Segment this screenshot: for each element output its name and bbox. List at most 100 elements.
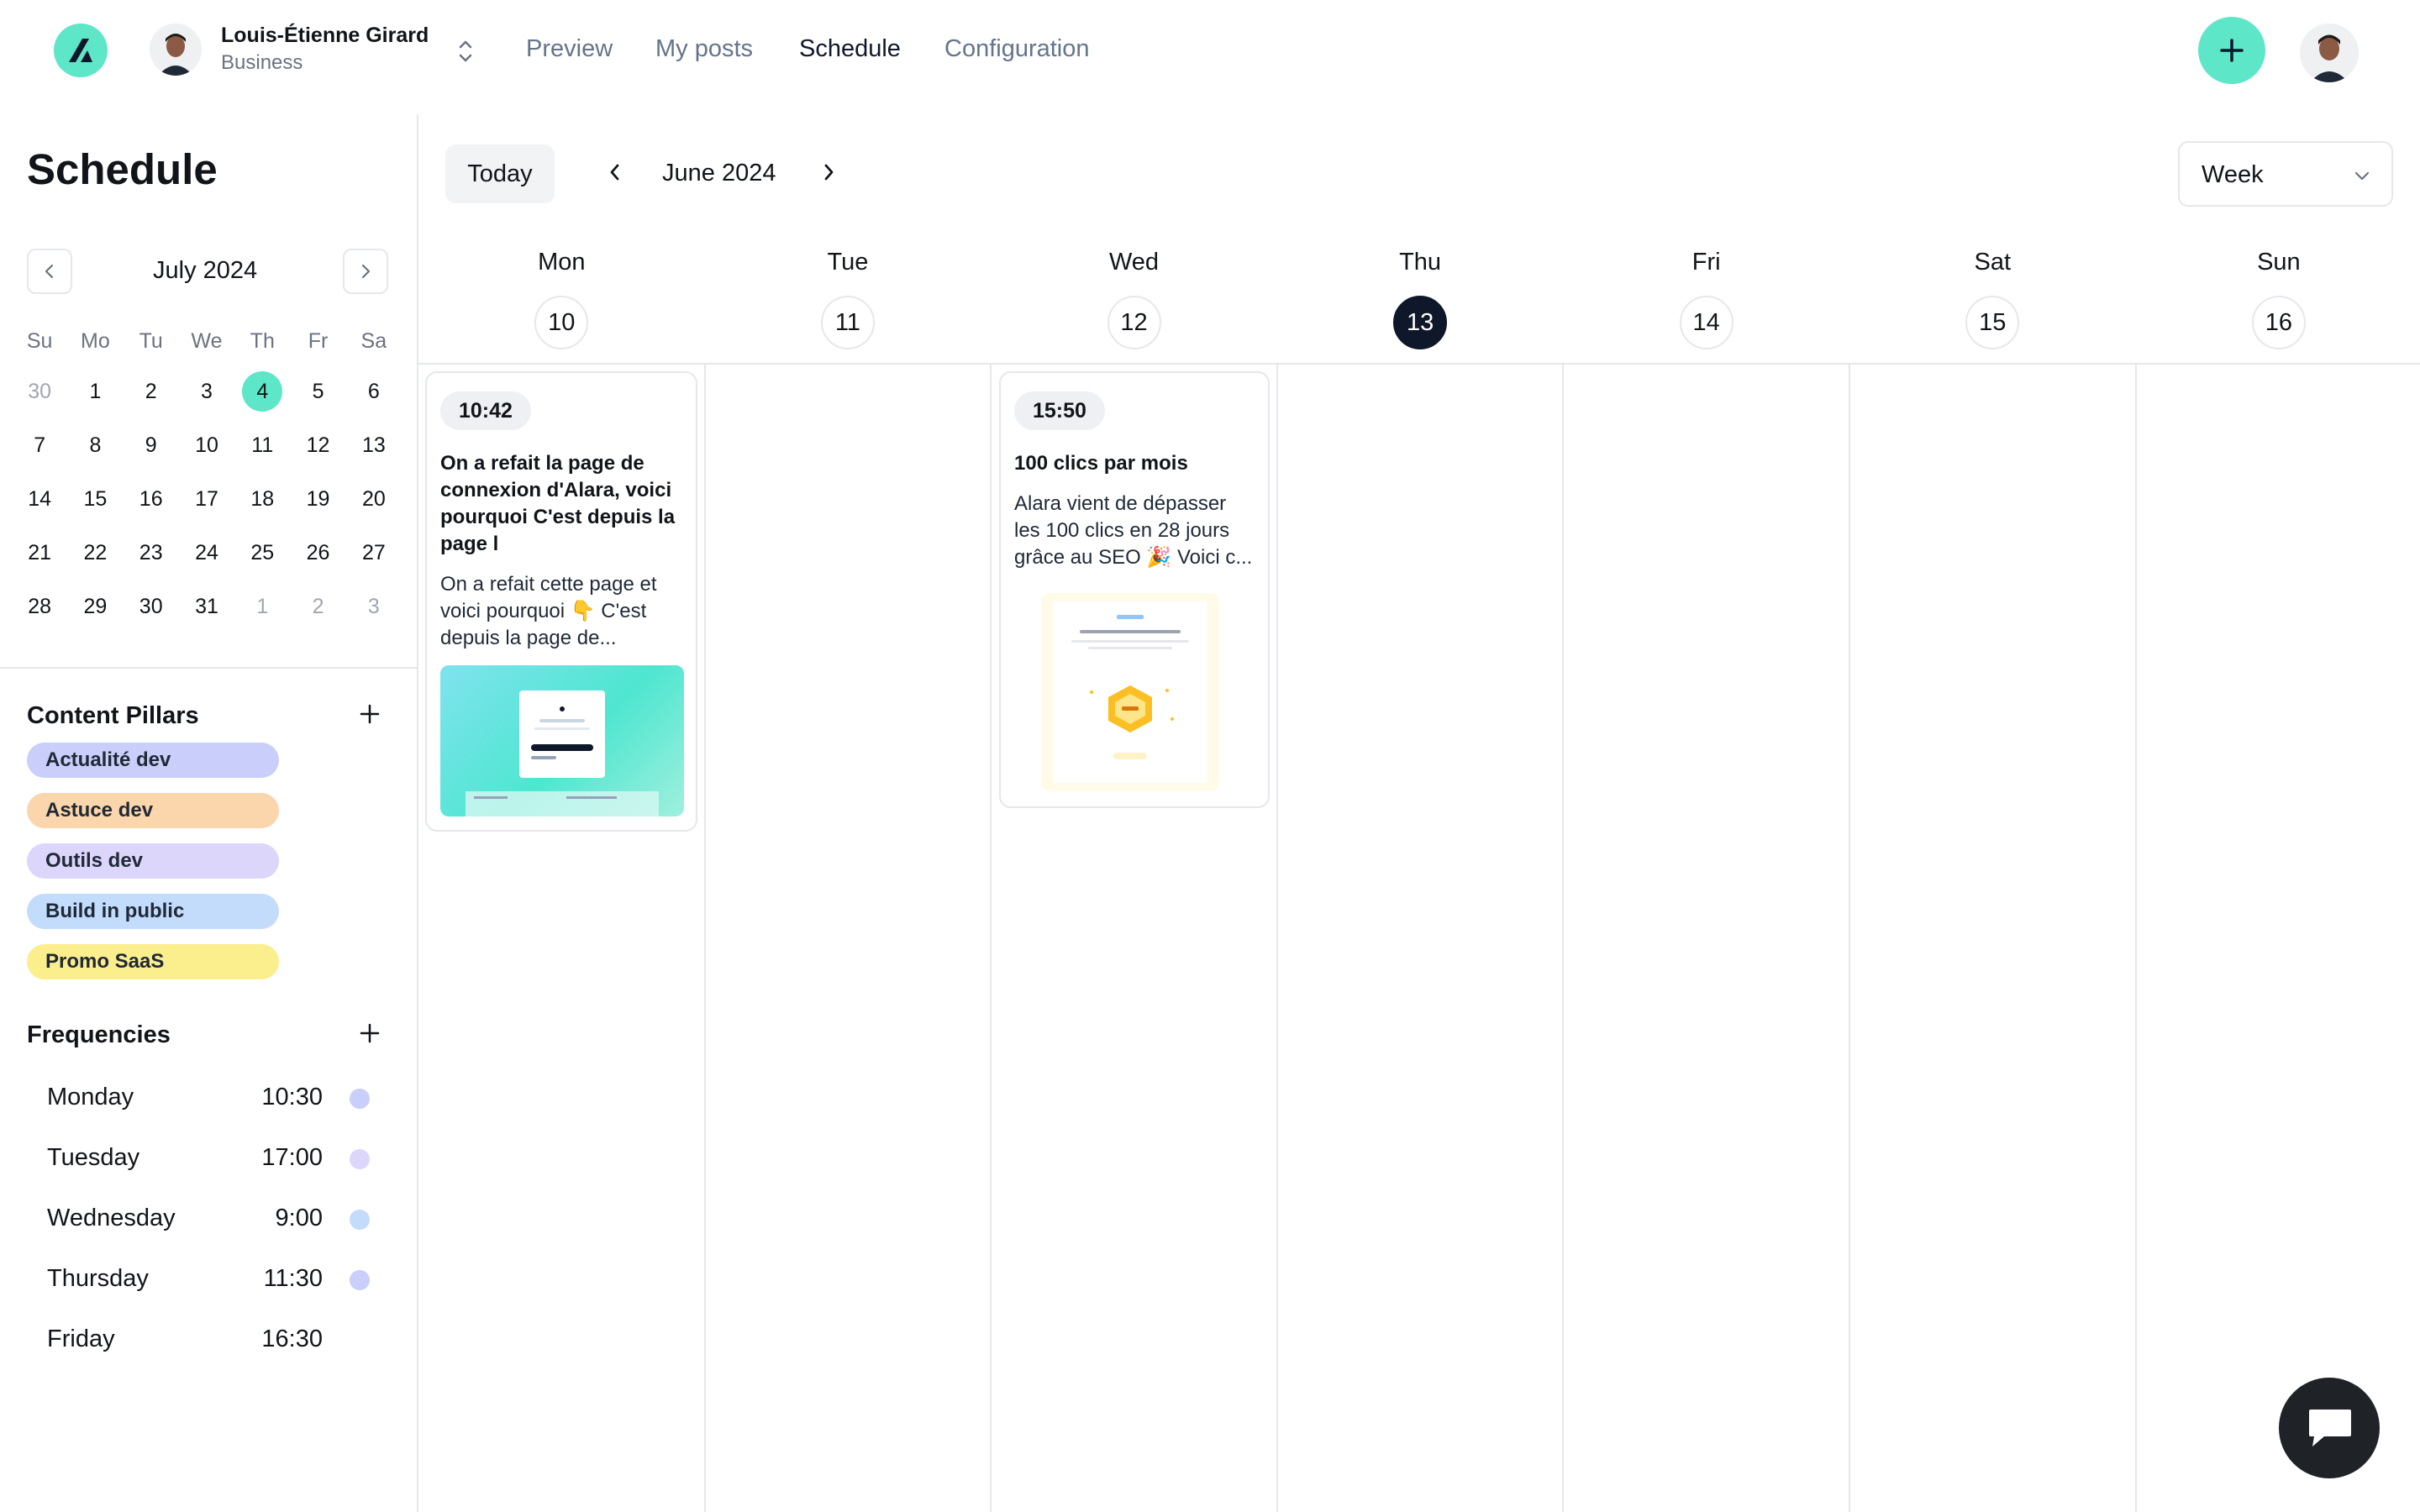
date-badge[interactable]: 10 bbox=[534, 296, 589, 349]
mini-calendar-month: July 2024 bbox=[153, 257, 258, 284]
support-chat-button[interactable] bbox=[2279, 1378, 2380, 1478]
account-avatar[interactable] bbox=[150, 24, 202, 76]
mini-calendar-day[interactable]: 3 bbox=[346, 580, 402, 633]
mini-calendar-day[interactable]: 7 bbox=[12, 418, 67, 472]
frequency-day: Tuesday bbox=[47, 1144, 140, 1171]
weekday-header: Sun bbox=[2257, 249, 2301, 276]
chevron-down-icon bbox=[2354, 171, 2370, 181]
app-logo[interactable] bbox=[54, 24, 108, 77]
mini-calendar-day[interactable]: 24 bbox=[179, 526, 234, 580]
account-plan: Business bbox=[221, 51, 303, 74]
create-post-button[interactable] bbox=[2198, 17, 2265, 84]
mini-calendar-day[interactable]: 5 bbox=[290, 365, 345, 418]
weekday-label: Th bbox=[250, 328, 275, 353]
weekday-header: Tue bbox=[827, 249, 869, 276]
mini-calendar-day[interactable]: 22 bbox=[67, 526, 123, 580]
logo-icon bbox=[69, 39, 92, 62]
mini-calendar-day[interactable]: 12 bbox=[290, 418, 345, 472]
mini-calendar-day[interactable]: 30 bbox=[12, 365, 67, 418]
mini-calendar-day[interactable]: 26 bbox=[290, 526, 345, 580]
mini-calendar-day[interactable]: 18 bbox=[234, 472, 290, 526]
content-pillar-tag[interactable]: Actualité dev bbox=[27, 743, 279, 778]
day-column-divider bbox=[1562, 365, 1564, 1512]
weekday-header: Sat bbox=[1974, 249, 2012, 276]
mini-calendar-day[interactable]: 29 bbox=[67, 580, 123, 633]
date-badge[interactable]: 16 bbox=[2251, 296, 2306, 349]
day-column-divider bbox=[1849, 365, 1850, 1512]
mini-calendar-prev-button[interactable] bbox=[27, 249, 72, 294]
weekday-label: Tu bbox=[139, 328, 163, 353]
next-week-button[interactable] bbox=[818, 161, 839, 187]
nav-schedule[interactable]: Schedule bbox=[799, 35, 901, 63]
post-time: 10:42 bbox=[440, 391, 531, 430]
post-excerpt: On a refait cette page et voici pourquoi… bbox=[440, 573, 657, 649]
mini-calendar-day[interactable]: 1 bbox=[67, 365, 123, 418]
content-pillar-tag[interactable]: Outils dev bbox=[27, 843, 279, 879]
content-pillar-tag[interactable]: Promo SaaS bbox=[27, 944, 279, 979]
mini-calendar-day[interactable]: 2 bbox=[290, 580, 345, 633]
view-select[interactable]: Week bbox=[2178, 141, 2393, 207]
nav-configuration[interactable]: Configuration bbox=[944, 35, 1090, 63]
date-badge[interactable]: 11 bbox=[820, 296, 875, 349]
mini-calendar-day[interactable]: 21 bbox=[12, 526, 67, 580]
mini-calendar-day[interactable]: 11 bbox=[234, 418, 290, 472]
add-frequency-button[interactable] bbox=[358, 1021, 381, 1049]
mini-calendar-day[interactable]: 4 bbox=[234, 365, 290, 418]
mini-calendar-day[interactable]: 20 bbox=[346, 472, 402, 526]
frequency-color-dot bbox=[350, 1089, 370, 1109]
mini-calendar-day[interactable]: 8 bbox=[67, 418, 123, 472]
frequency-time: 9:00 bbox=[275, 1205, 323, 1231]
mini-calendar-next-button[interactable] bbox=[343, 249, 388, 294]
frequency-day: Thursday bbox=[47, 1265, 149, 1292]
today-button[interactable]: Today bbox=[445, 144, 555, 203]
mini-calendar-day[interactable]: 10 bbox=[179, 418, 234, 472]
sidebar-separator bbox=[0, 667, 417, 669]
mini-calendar-day[interactable]: 14 bbox=[12, 472, 67, 526]
date-range-label: June 2024 bbox=[662, 160, 776, 186]
mini-calendar-day[interactable]: 30 bbox=[124, 580, 179, 633]
chat-icon bbox=[2309, 1410, 2351, 1446]
post-card[interactable]: 10:42 On a refait la page de connexion d… bbox=[425, 371, 697, 832]
frequency-time: 17:00 bbox=[261, 1144, 323, 1171]
post-card[interactable]: 15:50 100 clics par mois Alara vient de … bbox=[999, 371, 1270, 808]
week-grid-header-line bbox=[417, 363, 2420, 365]
frequency-day: Friday bbox=[47, 1326, 115, 1352]
mini-calendar-day[interactable]: 27 bbox=[346, 526, 402, 580]
date-badge[interactable]: 14 bbox=[1679, 296, 1733, 349]
weekday-label: Mo bbox=[81, 328, 110, 353]
weekday-label: Fr bbox=[308, 328, 329, 353]
mini-calendar-day[interactable]: 25 bbox=[234, 526, 290, 580]
mini-calendar-day[interactable]: 1 bbox=[234, 580, 290, 633]
content-pillar-tag[interactable]: Build in public bbox=[27, 894, 279, 929]
chevrons-up-down-icon[interactable] bbox=[454, 37, 477, 70]
mini-calendar-day[interactable]: 28 bbox=[12, 580, 67, 633]
frequency-time: 16:30 bbox=[261, 1326, 323, 1352]
mini-calendar-day[interactable]: 17 bbox=[179, 472, 234, 526]
mini-calendar-day[interactable]: 15 bbox=[67, 472, 123, 526]
mini-calendar-day[interactable]: 2 bbox=[124, 365, 179, 418]
content-pillar-tag[interactable]: Astuce dev bbox=[27, 793, 279, 828]
mini-calendar-day[interactable]: 23 bbox=[124, 526, 179, 580]
date-badge[interactable]: 15 bbox=[1965, 296, 2020, 349]
account-name[interactable]: Louis-Étienne Girard bbox=[221, 24, 429, 48]
mini-calendar-day[interactable]: 6 bbox=[346, 365, 402, 418]
mini-calendar-day[interactable]: 16 bbox=[124, 472, 179, 526]
today-date-badge[interactable]: 13 bbox=[1393, 296, 1448, 349]
mini-calendar-day[interactable]: 19 bbox=[290, 472, 345, 526]
mini-calendar-day[interactable]: 13 bbox=[346, 418, 402, 472]
mini-calendar-day[interactable]: 31 bbox=[179, 580, 234, 633]
nav-preview[interactable]: Preview bbox=[526, 35, 613, 63]
mini-calendar-day[interactable]: 9 bbox=[124, 418, 179, 472]
nav-my-posts[interactable]: My posts bbox=[655, 35, 753, 63]
day-column-divider bbox=[1276, 365, 1278, 1512]
frequency-time: 10:30 bbox=[261, 1084, 323, 1110]
user-avatar[interactable] bbox=[2300, 24, 2359, 82]
day-column-divider bbox=[704, 365, 706, 1512]
date-badge[interactable]: 12 bbox=[1107, 296, 1161, 349]
plus-icon bbox=[2220, 39, 2244, 62]
mini-calendar: Su Mo Tu We Th Fr Sa 30 1 2 3 4 5 6 7 8 9 10 11 12 13 14 15 16… bbox=[12, 318, 402, 633]
prev-week-button[interactable] bbox=[605, 161, 625, 187]
add-pillar-button[interactable] bbox=[358, 702, 381, 730]
weekday-header: Fri bbox=[1691, 249, 1721, 276]
mini-calendar-day[interactable]: 3 bbox=[179, 365, 234, 418]
